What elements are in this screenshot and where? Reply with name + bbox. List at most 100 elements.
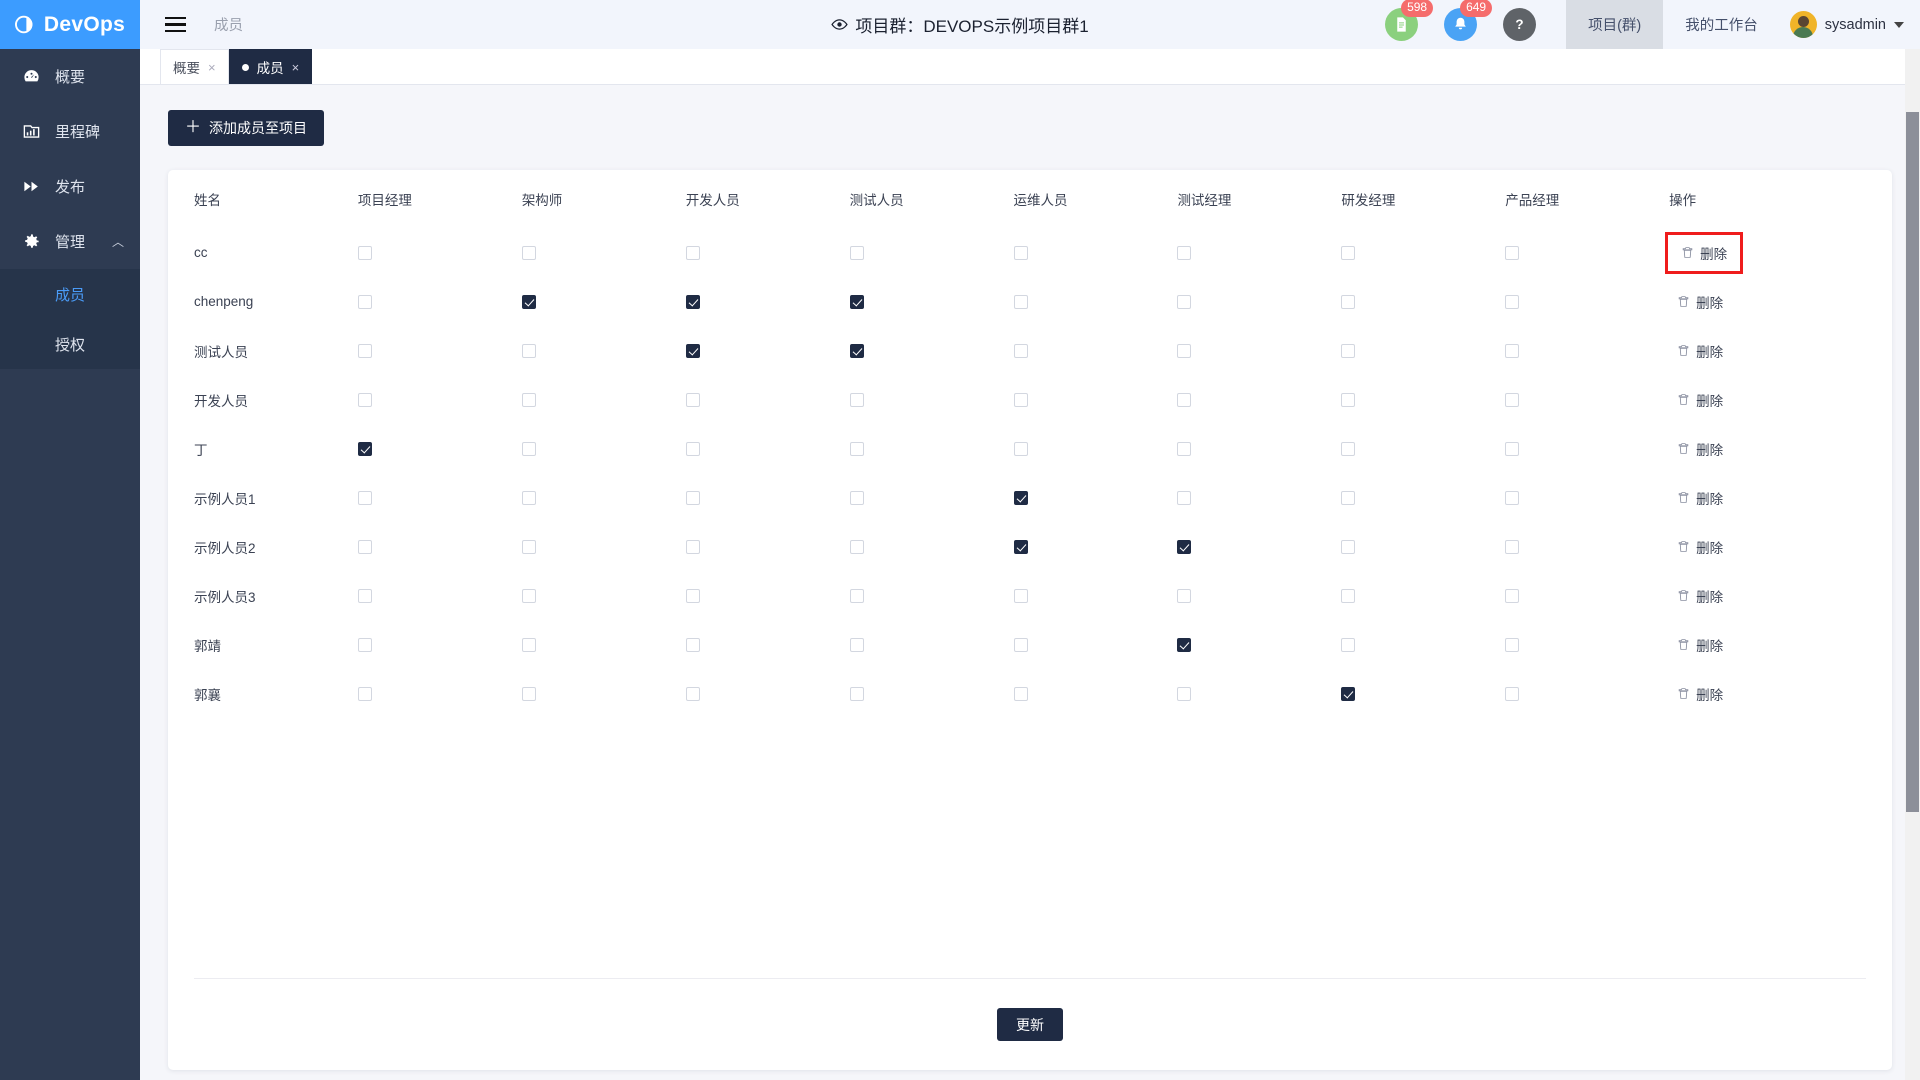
role-checkbox[interactable] xyxy=(521,442,536,457)
role-checkbox[interactable] xyxy=(521,295,536,310)
role-checkbox[interactable] xyxy=(849,344,864,359)
sidebar-item-overview[interactable]: 概要 xyxy=(0,49,140,104)
role-checkbox[interactable] xyxy=(521,491,536,506)
delete-button[interactable]: 删除 xyxy=(1669,288,1731,316)
role-checkbox[interactable] xyxy=(1013,638,1028,653)
role-checkbox[interactable] xyxy=(1341,687,1356,702)
sidebar-item-milestone[interactable]: 里程碑 xyxy=(0,104,140,159)
delete-button[interactable]: 删除 xyxy=(1669,337,1731,365)
role-checkbox[interactable] xyxy=(1177,393,1192,408)
delete-button[interactable]: 删除 xyxy=(1665,231,1744,274)
role-checkbox[interactable] xyxy=(1177,687,1192,702)
update-button[interactable]: 更新 xyxy=(997,1008,1063,1041)
delete-button[interactable]: 删除 xyxy=(1669,533,1731,561)
sidebar-item-release[interactable]: 发布 xyxy=(0,159,140,214)
role-checkbox[interactable] xyxy=(685,687,700,702)
question-mark-icon[interactable]: ? xyxy=(1503,8,1537,41)
role-checkbox[interactable] xyxy=(1013,442,1028,457)
role-checkbox[interactable] xyxy=(1013,295,1028,310)
role-checkbox[interactable] xyxy=(1177,246,1192,261)
role-checkbox[interactable] xyxy=(849,442,864,457)
role-checkbox[interactable] xyxy=(1341,540,1356,555)
role-checkbox[interactable] xyxy=(1341,442,1356,457)
role-checkbox[interactable] xyxy=(849,246,864,261)
delete-button[interactable]: 删除 xyxy=(1669,484,1731,512)
sidebar-item-members[interactable]: 成员 xyxy=(0,269,140,319)
role-checkbox[interactable] xyxy=(849,540,864,555)
sidebar-item-manage[interactable]: 管理 ︿ xyxy=(0,214,140,269)
role-checkbox[interactable] xyxy=(357,687,372,702)
role-checkbox[interactable] xyxy=(357,295,372,310)
role-checkbox[interactable] xyxy=(1505,246,1520,261)
view-tab-members[interactable]: 成员 × xyxy=(228,49,313,84)
role-checkbox[interactable] xyxy=(1341,246,1356,261)
role-checkbox[interactable] xyxy=(849,687,864,702)
delete-button[interactable]: 删除 xyxy=(1669,435,1731,463)
delete-button[interactable]: 删除 xyxy=(1669,631,1731,659)
role-checkbox[interactable] xyxy=(521,540,536,555)
role-checkbox[interactable] xyxy=(849,393,864,408)
role-checkbox[interactable] xyxy=(357,344,372,359)
role-checkbox[interactable] xyxy=(1505,393,1520,408)
role-checkbox[interactable] xyxy=(521,246,536,261)
role-checkbox[interactable] xyxy=(1013,589,1028,604)
role-checkbox[interactable] xyxy=(685,295,700,310)
role-checkbox[interactable] xyxy=(1341,491,1356,506)
add-member-button[interactable]: ＋ 添加成员至项目 xyxy=(168,110,325,146)
role-checkbox[interactable] xyxy=(1341,295,1356,310)
role-checkbox[interactable] xyxy=(685,638,700,653)
delete-button[interactable]: 删除 xyxy=(1669,582,1731,610)
role-checkbox[interactable] xyxy=(849,491,864,506)
nav-tab-projects[interactable]: 项目(群) xyxy=(1566,0,1664,49)
role-checkbox[interactable] xyxy=(357,491,372,506)
page-scrollbar-thumb[interactable] xyxy=(1906,112,1919,812)
role-checkbox[interactable] xyxy=(1013,393,1028,408)
role-checkbox[interactable] xyxy=(521,589,536,604)
role-checkbox[interactable] xyxy=(1177,589,1192,604)
role-checkbox[interactable] xyxy=(357,540,372,555)
sidebar-item-authorization[interactable]: 授权 xyxy=(0,319,140,369)
role-checkbox[interactable] xyxy=(357,589,372,604)
role-checkbox[interactable] xyxy=(685,540,700,555)
close-icon[interactable]: × xyxy=(292,60,300,75)
role-checkbox[interactable] xyxy=(1177,491,1192,506)
role-checkbox[interactable] xyxy=(685,393,700,408)
role-checkbox[interactable] xyxy=(1177,442,1192,457)
role-checkbox[interactable] xyxy=(685,589,700,604)
role-checkbox[interactable] xyxy=(1013,687,1028,702)
role-checkbox[interactable] xyxy=(1341,393,1356,408)
role-checkbox[interactable] xyxy=(685,246,700,261)
role-checkbox[interactable] xyxy=(1505,638,1520,653)
brand-logo-area[interactable]: DevOps xyxy=(0,0,140,49)
role-checkbox[interactable] xyxy=(1013,246,1028,261)
user-menu[interactable]: sysadmin xyxy=(1780,0,1920,49)
role-checkbox[interactable] xyxy=(1013,540,1028,555)
role-checkbox[interactable] xyxy=(685,442,700,457)
delete-button[interactable]: 删除 xyxy=(1669,680,1731,708)
role-checkbox[interactable] xyxy=(1505,540,1520,555)
role-checkbox[interactable] xyxy=(1505,491,1520,506)
document-icon[interactable]: 598 xyxy=(1385,0,1434,41)
role-checkbox[interactable] xyxy=(685,491,700,506)
role-checkbox[interactable] xyxy=(1505,295,1520,310)
view-tab-overview[interactable]: 概要 × xyxy=(160,49,229,84)
role-checkbox[interactable] xyxy=(849,638,864,653)
page-scrollbar-track[interactable] xyxy=(1905,49,1920,1080)
role-checkbox[interactable] xyxy=(1341,344,1356,359)
role-checkbox[interactable] xyxy=(1177,638,1192,653)
role-checkbox[interactable] xyxy=(1341,589,1356,604)
close-icon[interactable]: × xyxy=(208,60,216,75)
role-checkbox[interactable] xyxy=(357,393,372,408)
role-checkbox[interactable] xyxy=(1177,540,1192,555)
role-checkbox[interactable] xyxy=(685,344,700,359)
role-checkbox[interactable] xyxy=(357,638,372,653)
role-checkbox[interactable] xyxy=(1177,344,1192,359)
role-checkbox[interactable] xyxy=(1013,491,1028,506)
role-checkbox[interactable] xyxy=(1505,442,1520,457)
nav-tab-workbench[interactable]: 我的工作台 xyxy=(1663,0,1780,49)
role-checkbox[interactable] xyxy=(1505,687,1520,702)
role-checkbox[interactable] xyxy=(1013,344,1028,359)
role-checkbox[interactable] xyxy=(521,393,536,408)
role-checkbox[interactable] xyxy=(1505,589,1520,604)
role-checkbox[interactable] xyxy=(357,246,372,261)
